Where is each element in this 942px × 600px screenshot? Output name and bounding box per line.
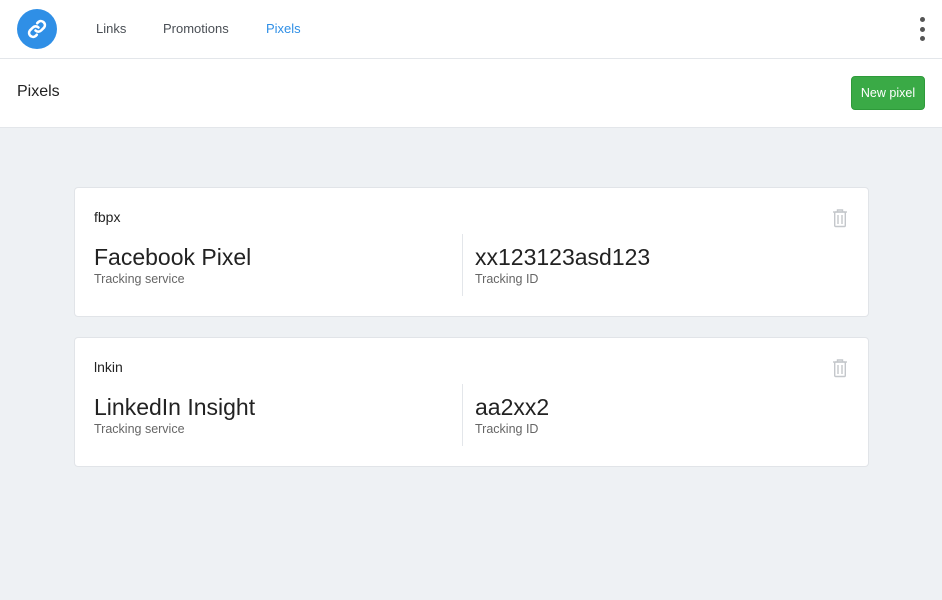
page-title: Pixels bbox=[17, 83, 60, 100]
column-divider bbox=[462, 234, 463, 296]
tracking-service-label: Tracking service bbox=[94, 422, 185, 436]
tracking-id-label: Tracking ID bbox=[475, 422, 539, 436]
more-vertical-icon[interactable] bbox=[916, 17, 928, 41]
new-pixel-button[interactable]: New pixel bbox=[851, 76, 925, 110]
nav-link-promotions[interactable]: Promotions bbox=[163, 21, 229, 36]
tracking-service-value: Facebook Pixel bbox=[94, 244, 252, 270]
tracking-id-field: xx123123asd123 Tracking ID bbox=[475, 244, 650, 286]
tracking-id-field: aa2xx2 Tracking ID bbox=[475, 394, 549, 436]
pixel-key: fbpx bbox=[94, 209, 121, 225]
nav-link-pixels[interactable]: Pixels bbox=[266, 21, 301, 36]
tracking-id-value: xx123123asd123 bbox=[475, 244, 651, 270]
trash-icon[interactable] bbox=[832, 358, 848, 378]
tracking-id-label: Tracking ID bbox=[475, 272, 539, 286]
tracking-service-value: LinkedIn Insight bbox=[94, 394, 256, 420]
page-header: Pixels New pixel bbox=[0, 59, 942, 128]
top-navbar: Links Promotions Pixels bbox=[0, 0, 942, 59]
pixel-card: fbpx Facebook Pixel Tracking service xx1… bbox=[74, 187, 869, 317]
tracking-service-field: LinkedIn Insight Tracking service bbox=[94, 394, 255, 436]
link-icon bbox=[27, 19, 47, 39]
column-divider bbox=[462, 384, 463, 446]
tracking-id-value: aa2xx2 bbox=[475, 394, 550, 420]
trash-icon[interactable] bbox=[832, 208, 848, 228]
pixel-card: lnkin LinkedIn Insight Tracking service … bbox=[74, 337, 869, 467]
app-logo[interactable] bbox=[17, 9, 57, 49]
pixel-key: lnkin bbox=[94, 359, 123, 375]
nav-link-links[interactable]: Links bbox=[96, 21, 126, 36]
tracking-service-label: Tracking service bbox=[94, 272, 185, 286]
tracking-service-field: Facebook Pixel Tracking service bbox=[94, 244, 251, 286]
